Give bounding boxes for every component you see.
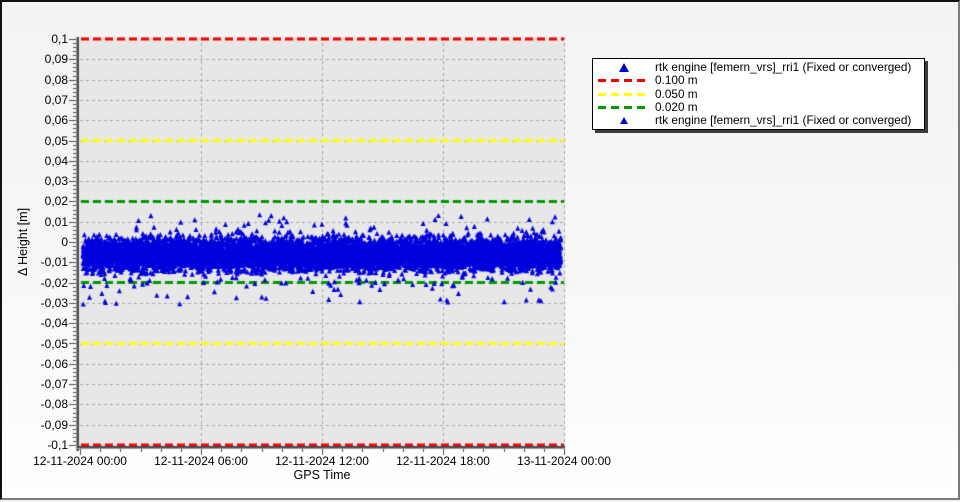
y-tick-label: -0,02	[40, 275, 68, 290]
y-axis-title: Δ Height [m]	[16, 207, 30, 277]
y-tick-label: 0,03	[44, 174, 68, 189]
y-tick-label: 0,06	[44, 113, 68, 128]
triangle-marker-icon	[619, 63, 629, 73]
y-tick-label: 0,05	[44, 133, 68, 148]
y-tick-label: -0,07	[40, 377, 68, 392]
legend-item-label: rtk engine [femern_vrs]_rri1 (Fixed or c…	[655, 60, 912, 75]
legend-item-label: 0.050 m	[655, 86, 698, 101]
legend-item-label: rtk engine [femern_vrs]_rri1 (Fixed or c…	[655, 112, 912, 127]
y-tick-label: 0,07	[44, 92, 68, 107]
legend-item-label: 0.100 m	[655, 73, 698, 88]
y-tick-label: -0,01	[40, 255, 68, 270]
y-tick-label: 0,04	[44, 153, 68, 168]
y-tick-label: 0,01	[44, 214, 68, 229]
x-tick-label: 12-11-2024 06:00	[154, 454, 248, 468]
chart-legend: rtk engine [femern_vrs]_rri1 (Fixed or c…	[592, 58, 925, 130]
y-tick-label: 0	[61, 235, 68, 249]
legend-item-limit-50mm: 0.050 m	[593, 87, 924, 100]
x-tick-label: 12-11-2024 18:00	[396, 454, 490, 468]
red-dash-marker-icon	[598, 79, 650, 83]
legend-item-limit-100mm: 0.100 m	[593, 74, 924, 87]
green-dash-marker-icon	[598, 105, 650, 109]
y-tick-label: -0,09	[40, 417, 68, 432]
y-tick-label: 0,02	[44, 194, 68, 209]
x-tick-label: 13-11-2024 00:00	[517, 454, 611, 468]
y-tick-label: 0,08	[44, 72, 68, 87]
y-tick-label: 0,09	[44, 52, 68, 67]
x-tick-label: 12-11-2024 00:00	[33, 454, 127, 468]
y-tick-label: -0,06	[40, 356, 68, 371]
chart-window: { "chart_data": { "type": "scatter", "ti…	[0, 0, 960, 502]
y-tick-label: -0,05	[40, 336, 68, 351]
y-tick-label: -0,04	[40, 316, 68, 331]
x-axis-title: GPS Time	[293, 468, 351, 482]
y-tick-label: 0,1	[51, 32, 68, 46]
legend-item-limit-20mm: 0.020 m	[593, 99, 924, 114]
y-tick-label: -0,1	[47, 438, 68, 452]
y-tick-label: -0,03	[40, 295, 68, 310]
legend-item-series: rtk engine [femern_vrs]_rri1 (Fixed or c…	[593, 61, 924, 74]
triangle-marker-icon	[620, 116, 628, 124]
y-tick-label: -0,08	[40, 397, 68, 412]
yellow-dash-marker-icon	[598, 92, 650, 96]
legend-item-label: 0.020 m	[655, 99, 698, 114]
x-tick-label: 12-11-2024 12:00	[275, 454, 369, 468]
legend-item-series-2: rtk engine [femern_vrs]_rri1 (Fixed or c…	[593, 112, 924, 127]
